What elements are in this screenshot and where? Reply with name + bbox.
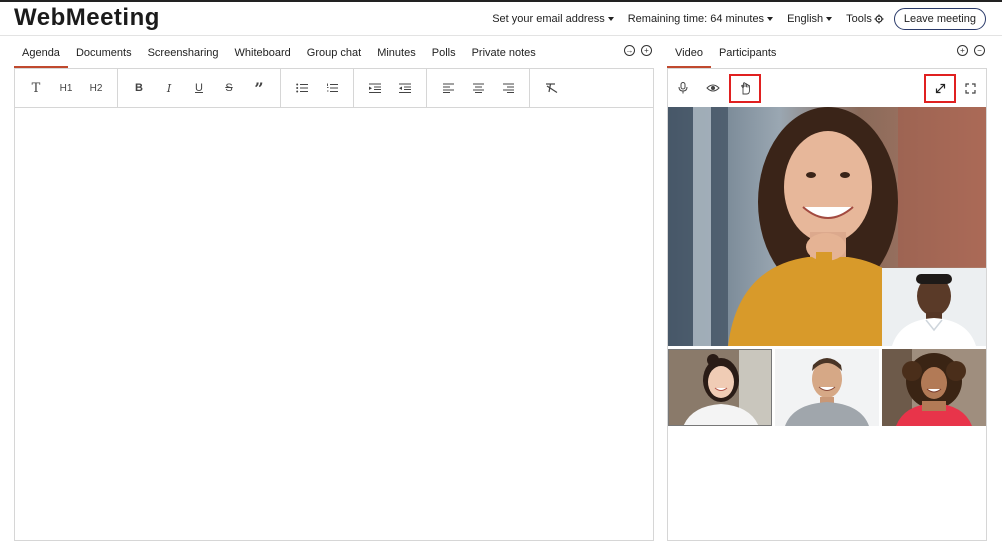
email-dropdown[interactable]: Set your email address [492, 13, 614, 25]
tools-label: Tools [846, 13, 872, 25]
heading2-button[interactable]: H2 [83, 76, 109, 100]
tab-video[interactable]: Video [667, 43, 711, 68]
outdent-icon[interactable] [392, 76, 418, 100]
video-panel [667, 68, 987, 541]
tab-agenda[interactable]: Agenda [14, 43, 68, 68]
header-divider [0, 35, 1002, 36]
tab-minutes[interactable]: Minutes [369, 43, 424, 68]
tab-whiteboard[interactable]: Whiteboard [227, 43, 299, 68]
strikethrough-icon[interactable]: S [216, 76, 242, 100]
align-right-icon[interactable] [495, 76, 521, 100]
top-bar: WebMeeting Set your email address Remain… [0, 0, 1002, 36]
caret-down-icon [767, 17, 774, 21]
plus-circle-icon[interactable]: + [641, 45, 652, 56]
gear-icon [874, 14, 884, 24]
align-group [427, 69, 530, 107]
expand-button[interactable] [924, 74, 956, 103]
hand-icon [740, 82, 750, 95]
text-style-icon[interactable]: T [23, 76, 49, 100]
minus-circle-icon[interactable]: − [974, 45, 985, 56]
editor-toolbar: T H1 H2 B I U S ” [15, 69, 653, 108]
left-tab-controls: → + [624, 45, 652, 56]
tab-screensharing[interactable]: Screensharing [140, 43, 227, 68]
main-video-tile[interactable] [668, 107, 986, 346]
participant-thumb-3[interactable] [882, 349, 986, 426]
inset-participant-tile[interactable] [882, 268, 986, 346]
editor-content-area[interactable] [15, 108, 653, 540]
italic-icon[interactable]: I [156, 76, 182, 100]
left-tabs: Agenda Documents Screensharing Whiteboar… [14, 43, 544, 68]
indent-group [354, 69, 427, 107]
video-toolbar [668, 69, 986, 107]
language-dropdown[interactable]: English [787, 13, 833, 25]
leave-meeting-button[interactable]: Leave meeting [893, 8, 986, 30]
arrow-right-circle-icon[interactable]: → [624, 45, 635, 56]
bold-icon[interactable]: B [126, 76, 152, 100]
heading-group: T H1 H2 [15, 69, 118, 107]
numbered-list-icon[interactable] [319, 76, 345, 100]
tools-menu[interactable]: Tools [846, 13, 884, 25]
eye-icon[interactable] [699, 75, 727, 101]
align-center-icon[interactable] [465, 76, 491, 100]
fullscreen-icon[interactable] [956, 75, 984, 101]
underline-icon[interactable]: U [186, 76, 212, 100]
tab-participants[interactable]: Participants [711, 43, 784, 68]
language-label: English [787, 13, 824, 25]
tab-polls[interactable]: Polls [424, 43, 464, 68]
list-group [281, 69, 354, 107]
clear-format-group [530, 69, 572, 107]
heading1-button[interactable]: H1 [53, 76, 79, 100]
right-tab-controls: + − [957, 45, 985, 56]
caret-down-icon [607, 17, 614, 21]
tab-documents[interactable]: Documents [68, 43, 140, 68]
remaining-time-label: Remaining time: 64 minutes [627, 13, 765, 25]
raise-hand-button[interactable] [729, 74, 761, 103]
app-logo: WebMeeting [14, 4, 160, 31]
plus-circle-icon[interactable]: + [957, 45, 968, 56]
align-left-icon[interactable] [435, 76, 461, 100]
quote-icon[interactable]: ” [246, 76, 272, 100]
right-tabs: Video Participants [667, 43, 784, 68]
agenda-editor-panel: T H1 H2 B I U S ” [14, 68, 654, 541]
email-label: Set your email address [492, 13, 605, 25]
participant-thumb-2[interactable] [775, 349, 879, 426]
clear-format-icon[interactable] [538, 76, 564, 100]
format-group: B I U S ” [118, 69, 281, 107]
microphone-icon[interactable] [669, 75, 697, 101]
tab-group-chat[interactable]: Group chat [299, 43, 369, 68]
participant-thumb-1[interactable] [668, 349, 772, 426]
tab-private-notes[interactable]: Private notes [464, 43, 544, 68]
expand-diagonal-icon [935, 83, 945, 94]
remaining-time-dropdown[interactable]: Remaining time: 64 minutes [627, 13, 774, 25]
top-nav: Set your email address Remaining time: 6… [478, 8, 986, 30]
caret-down-icon [826, 17, 833, 21]
indent-icon[interactable] [362, 76, 388, 100]
bullet-list-icon[interactable] [289, 76, 315, 100]
